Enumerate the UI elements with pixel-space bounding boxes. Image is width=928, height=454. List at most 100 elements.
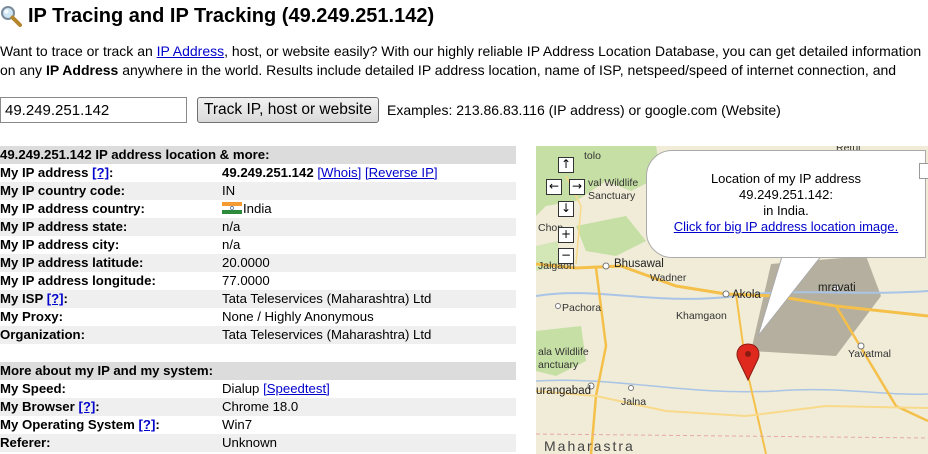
highway-road — [589, 267, 608, 454]
pan-up-icon[interactable]: ↑ — [558, 157, 574, 173]
map-label: mravati — [818, 282, 856, 294]
ip-help-link[interactable]: [?] — [92, 165, 109, 180]
page-title: IP Tracing and IP Tracking (49.249.251.1… — [0, 2, 434, 30]
india-flag-icon — [222, 202, 242, 214]
location-map[interactable]: tolo Retul val Wildlife Sanctuary Chop J… — [536, 146, 928, 454]
map-label: Bhusawal — [614, 258, 664, 270]
map-label: Yavatmal — [848, 348, 891, 360]
zoom-in-icon[interactable]: + — [558, 227, 574, 243]
river — [536, 379, 928, 396]
magnifier-icon — [1, 6, 22, 27]
isp-help-link[interactable]: [?] — [47, 291, 64, 306]
city-dot — [555, 303, 561, 309]
isp-value: Tata Teleservices (Maharashtra) Ltd — [222, 291, 432, 306]
longitude-label: My IP address longitude: — [0, 273, 156, 288]
forest-area — [576, 216, 646, 256]
section-header-text: More about my IP and my system: — [0, 363, 214, 378]
location-section-header: 49.249.251.142 IP address location & mor… — [0, 146, 516, 164]
map-info-bubble: Location of my IP address 49.249.251.142… — [646, 150, 928, 258]
label-text: My ISP — [0, 291, 44, 306]
whois-link[interactable]: [Whois] — [317, 165, 361, 180]
organization-label: Organization: — [0, 327, 85, 342]
country-text: India — [243, 201, 272, 216]
state-row: My IP address state: n/a — [0, 218, 516, 236]
country-value: India — [222, 200, 516, 218]
intro-paragraph: Want to trace or track an IP Address, ho… — [0, 42, 928, 80]
track-button[interactable]: Track IP, host or website — [197, 97, 379, 123]
state-value: n/a — [222, 219, 241, 234]
os-help-link[interactable]: [?] — [139, 417, 156, 432]
browser-label: My Browser [?]: — [0, 399, 100, 414]
label-text: My IP address — [0, 165, 89, 180]
map-label: Wadner — [650, 272, 687, 284]
pan-right-icon[interactable]: → — [569, 179, 585, 195]
browser-value: Chrome 18.0 — [222, 399, 299, 414]
big-map-link[interactable]: Click for big IP address location image. — [674, 219, 898, 234]
zoom-out-icon[interactable]: − — [558, 248, 574, 264]
page-title-text: IP Tracing and IP Tracking (49.249.251.1… — [28, 4, 435, 27]
isp-label: My ISP [?]: — [0, 291, 68, 306]
intro-bold-text: IP Address — [45, 62, 119, 78]
os-value: Win7 — [222, 417, 253, 432]
map-label: val Wildlife — [588, 177, 639, 189]
location-marker-icon[interactable] — [736, 343, 760, 382]
ip-address-row: My IP address [?]: 49.249.251.142 [Whois… — [0, 164, 516, 182]
city-label: My IP address city: — [0, 237, 120, 252]
country-label: My IP address country: — [0, 201, 145, 216]
proxy-value: None / Highly Anonymous — [222, 309, 374, 324]
map-label: Akola — [732, 289, 761, 301]
map-label: anctuary — [538, 359, 579, 371]
map-label: urangabad — [536, 385, 591, 397]
system-section-header: More about my IP and my system: — [0, 362, 516, 380]
map-label: ala Wildlife — [538, 346, 589, 358]
ip-search-input[interactable] — [0, 97, 187, 123]
bubble-line-3: in India. — [763, 203, 809, 218]
pan-down-icon[interactable]: ↓ — [558, 201, 574, 217]
intro-text: Want to trace or track an — [0, 43, 157, 59]
ip-address-link[interactable]: IP Address — [157, 43, 224, 59]
country-code-row: My IP country code: IN — [0, 182, 516, 200]
map-label: Khamgaon — [676, 310, 727, 322]
referer-value: Unknown — [222, 435, 277, 450]
intro-text: on any — [0, 62, 46, 78]
os-row: My Operating System [?]: Win7 — [0, 416, 516, 434]
os-label: My Operating System [?]: — [0, 417, 160, 432]
ip-address-label: My IP address [?]: — [0, 165, 114, 180]
ip-value-text: 49.249.251.142 — [222, 165, 314, 180]
city-row: My IP address city: n/a — [0, 236, 516, 254]
city-dot — [602, 262, 610, 270]
country-code-value: IN — [222, 183, 236, 198]
latitude-value: 20.0000 — [222, 255, 270, 270]
city-dot — [722, 290, 730, 298]
country-row: My IP address country: India — [0, 200, 516, 218]
intro-line-1: Want to trace or track an IP Address, ho… — [0, 42, 928, 61]
map-label: Sanctuary — [588, 190, 636, 202]
bubble-close-icon[interactable] — [919, 163, 928, 179]
city-dot — [628, 385, 634, 391]
map-label: tolo — [584, 150, 601, 162]
map-label: Maharastra — [544, 438, 635, 454]
pan-left-icon[interactable]: ← — [546, 179, 562, 195]
browser-help-link[interactable]: [?] — [78, 399, 95, 414]
isp-row: My ISP [?]: Tata Teleservices (Maharasht… — [0, 290, 516, 308]
reverse-ip-link[interactable]: [Reverse IP] — [365, 165, 438, 180]
ip-info-table: 49.249.251.142 IP address location & mor… — [0, 146, 516, 452]
browser-row: My Browser [?]: Chrome 18.0 — [0, 398, 516, 416]
speedtest-link[interactable]: [Speedtest] — [263, 381, 330, 396]
latitude-label: My IP address latitude: — [0, 255, 144, 270]
marker-dot — [745, 351, 751, 357]
ip-address-value: 49.249.251.142 [Whois] [Reverse IP] — [222, 164, 516, 182]
referer-label: Referer: — [0, 435, 51, 450]
intro-text: , host, or website easily? With our high… — [224, 43, 922, 59]
map-label: Jalna — [621, 396, 647, 408]
referer-row: Referer: Unknown — [0, 434, 516, 452]
proxy-row: My Proxy: None / Highly Anonymous — [0, 308, 516, 326]
speed-label: My Speed: — [0, 381, 66, 396]
speed-text: Dialup — [222, 381, 260, 396]
latitude-row: My IP address latitude: 20.0000 — [0, 254, 516, 272]
proxy-label: My Proxy: — [0, 309, 64, 324]
organization-value: Tata Teleservices (Maharashtra) Ltd — [222, 327, 432, 342]
intro-text: anywhere in the world. Results include d… — [118, 62, 897, 78]
longitude-value: 77.0000 — [222, 273, 270, 288]
